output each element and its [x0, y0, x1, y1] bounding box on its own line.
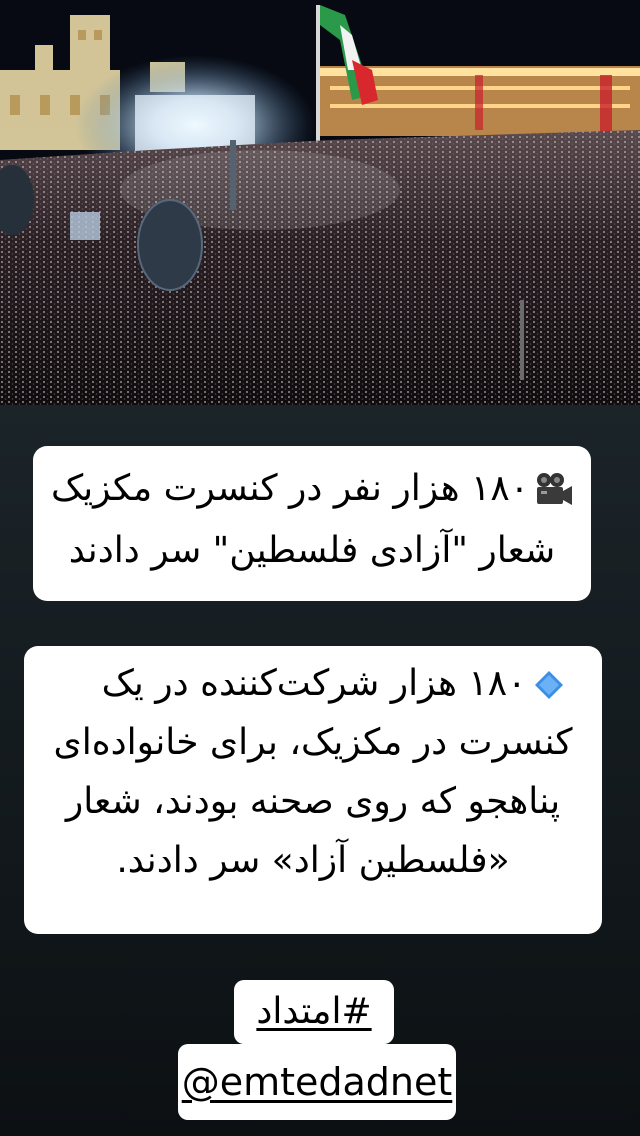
- concert-crowd-photo: [0, 0, 640, 405]
- body-text-2: کنسرت در مکزیک، برای خانواده‌ای: [53, 722, 573, 763]
- body-card: ۱۸۰ هزار شرکت‌کننده در یک کنسرت در مکزیک…: [24, 646, 602, 934]
- hashtag-text[interactable]: #امتداد: [256, 991, 371, 1032]
- handle-text[interactable]: @emtedadnet: [182, 1060, 453, 1104]
- body-text-1: ۱۸۰ هزار شرکت‌کننده در یک: [101, 663, 527, 704]
- headline-card: ۱۸۰ هزار نفر در کنسرت مکزیک شعار "آزادی …: [33, 446, 591, 601]
- headline-text-2: شعار "آزادی فلسطین" سر دادند: [68, 530, 556, 571]
- headline-text-1: ۱۸۰ هزار نفر در کنسرت مکزیک: [50, 468, 530, 509]
- movie-camera-icon: [537, 473, 573, 505]
- blue-diamond-icon: [535, 671, 564, 699]
- body-text-4: «فلسطین آزاد» سر دادند.: [116, 840, 510, 881]
- body-text-3: پناهجو که روی صحنه بودند، شعار: [65, 781, 561, 822]
- headline-line-1: ۱۸۰ هزار نفر در کنسرت مکزیک: [47, 458, 577, 520]
- body-line-1: ۱۸۰ هزار شرکت‌کننده در یک: [38, 654, 588, 713]
- handle-link[interactable]: @emtedadnet: [178, 1044, 456, 1120]
- hashtag-link[interactable]: #امتداد: [234, 980, 394, 1044]
